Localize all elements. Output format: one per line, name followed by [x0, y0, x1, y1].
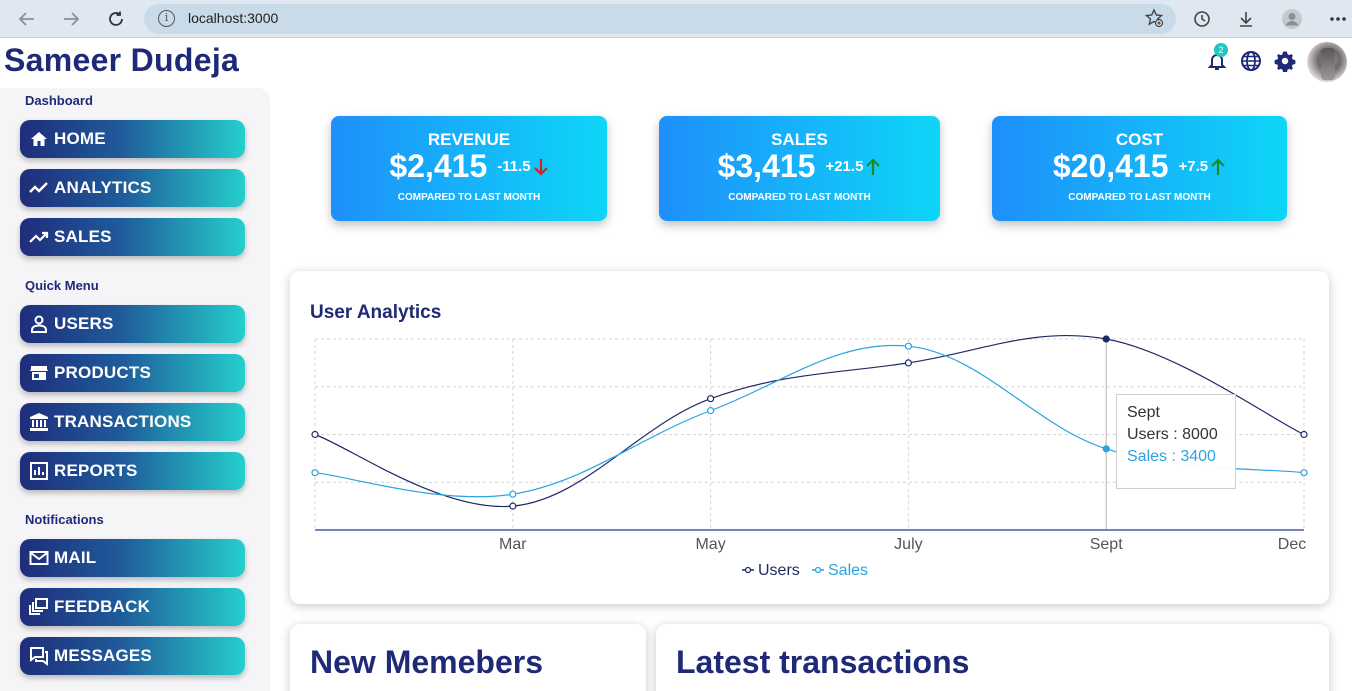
- sidebar-item-label: MESSAGES: [54, 646, 152, 665]
- info-icon[interactable]: i: [158, 10, 175, 27]
- sidebar-item-analytics[interactable]: ANALYTICS: [20, 169, 245, 207]
- sidebar-item-label: MAIL: [54, 548, 97, 567]
- feedback-icon: [28, 596, 50, 618]
- new-members-card: New Memebers: [290, 624, 646, 691]
- stat-delta: +7.5: [1178, 158, 1209, 175]
- sidebar-item-messages[interactable]: MESSAGES: [20, 637, 245, 675]
- user-analytics-card: User Analytics Mar May July Sept Dec Users Sal…: [290, 271, 1329, 604]
- tooltip-label: Sept: [1127, 404, 1160, 421]
- x-tick-label: May: [695, 536, 725, 553]
- section-quick-menu-title: Quick Menu: [25, 278, 99, 293]
- sidebar-item-label: REPORTS: [54, 461, 138, 480]
- trend-icon: [28, 177, 50, 199]
- x-tick-label: Mar: [499, 536, 527, 553]
- sidebar-item-label: TRANSACTIONS: [54, 412, 192, 431]
- section-dashboard-title: Dashboard: [25, 93, 93, 108]
- download-icon[interactable]: [1233, 6, 1259, 32]
- stat-compare: COMPARED TO LAST MONTH: [728, 192, 871, 203]
- address-bar[interactable]: i localhost:3000: [144, 4, 1176, 34]
- forward-icon[interactable]: [58, 6, 84, 32]
- sidebar-item-feedback[interactable]: FEEDBACK: [20, 588, 245, 626]
- stat-card-cost[interactable]: COST $20,415 +7.5 COMPARED TO LAST MONTH: [992, 116, 1287, 221]
- data-point-sales: [311, 469, 319, 477]
- data-point-users: [707, 395, 715, 403]
- x-tick-label: Dec: [1278, 536, 1306, 553]
- favorite-icon[interactable]: [1144, 8, 1164, 33]
- store-icon: [28, 362, 50, 384]
- tooltip-sales: Sales : 3400: [1127, 448, 1216, 465]
- history-icon[interactable]: [1189, 6, 1215, 32]
- user-icon: [28, 313, 50, 335]
- sidebar-item-transactions[interactable]: TRANSACTIONS: [20, 403, 245, 441]
- stat-card-sales[interactable]: SALES $3,415 +21.5 COMPARED TO LAST MONT…: [659, 116, 940, 221]
- x-tick-label: Sept: [1090, 536, 1123, 553]
- browser-toolbar: i localhost:3000: [0, 0, 1352, 38]
- sidebar-item-label: FEEDBACK: [54, 597, 151, 616]
- data-point-sales: [1300, 469, 1308, 477]
- new-members-title: New Memebers: [310, 644, 543, 680]
- data-point-users: [509, 502, 517, 510]
- sidebar-item-reports[interactable]: REPORTS: [20, 452, 245, 490]
- stat-value: $20,415: [1052, 148, 1169, 184]
- section-notifications-title: Notifications: [25, 512, 104, 527]
- legend-label: Sales: [828, 562, 868, 579]
- sidebar-item-label: ANALYTICS: [54, 178, 152, 197]
- stat-value: $3,415: [717, 148, 816, 184]
- sidebar-item-label: HOME: [54, 129, 106, 148]
- sidebar-item-label: SALES: [54, 227, 112, 246]
- home-icon: [28, 128, 50, 150]
- reload-icon[interactable]: [103, 6, 129, 32]
- stat-delta: +21.5: [825, 158, 864, 175]
- chart-tooltip: Sept Users : 8000 Sales : 3400: [1116, 394, 1236, 489]
- legend-marker: [744, 566, 752, 574]
- latest-transactions-card: Latest transactions: [656, 624, 1329, 691]
- sidebar-item-sales[interactable]: SALES: [20, 218, 245, 256]
- arrow-up-icon: [866, 157, 881, 175]
- sidebar-item-label: USERS: [54, 314, 114, 333]
- report-icon: [28, 460, 50, 482]
- sidebar-item-label: PRODUCTS: [54, 363, 151, 382]
- stat-compare: COMPARED TO LAST MONTH: [1068, 192, 1211, 203]
- gear-icon[interactable]: [1272, 48, 1298, 74]
- stat-delta: -11.5: [497, 158, 531, 175]
- mail-icon: [28, 547, 50, 569]
- profile-icon[interactable]: [1279, 6, 1305, 32]
- stat-value: $2,415: [389, 148, 488, 184]
- back-icon[interactable]: [14, 6, 40, 32]
- data-point-users: [311, 430, 319, 439]
- x-tick-label: July: [894, 536, 922, 553]
- sidebar-item-products[interactable]: PRODUCTS: [20, 354, 245, 392]
- stat-card-revenue[interactable]: REVENUE $2,415 -11.5 COMPARED TO LAST MO…: [331, 116, 607, 221]
- avatar[interactable]: [1307, 42, 1347, 82]
- stat-compare: COMPARED TO LAST MONTH: [397, 192, 541, 203]
- brand-title: Sameer Dudeja: [4, 42, 240, 78]
- bank-icon: [28, 411, 50, 433]
- arrow-down-icon: [533, 158, 548, 176]
- messages-icon: [28, 645, 50, 667]
- url-text: localhost:3000: [188, 10, 279, 26]
- data-point-users: [1300, 430, 1308, 439]
- tooltip-users: Users : 8000: [1127, 426, 1218, 443]
- data-point-sales: [509, 490, 517, 498]
- data-point-sales: [707, 407, 715, 415]
- more-icon[interactable]: [1325, 6, 1351, 32]
- trend-up-icon: [28, 226, 50, 248]
- stat-title: REVENUE: [427, 130, 511, 149]
- arrow-up-icon: [1211, 157, 1225, 175]
- data-point-sales: [904, 342, 913, 350]
- data-point-users: [1102, 335, 1110, 343]
- sidebar-item-home[interactable]: HOME: [20, 120, 245, 158]
- latest-transactions-title: Latest transactions: [676, 644, 970, 680]
- sidebar-item-mail[interactable]: MAIL: [20, 539, 245, 577]
- sidebar-item-users[interactable]: USERS: [20, 305, 245, 343]
- stat-title: COST: [1115, 130, 1164, 149]
- data-point-sales: [1102, 445, 1110, 453]
- globe-icon[interactable]: [1238, 48, 1264, 74]
- stat-title: SALES: [771, 130, 828, 149]
- legend-marker: [814, 566, 822, 574]
- notification-badge: 2: [1214, 43, 1228, 57]
- data-point-users: [904, 359, 913, 367]
- legend-label: Users: [758, 562, 800, 579]
